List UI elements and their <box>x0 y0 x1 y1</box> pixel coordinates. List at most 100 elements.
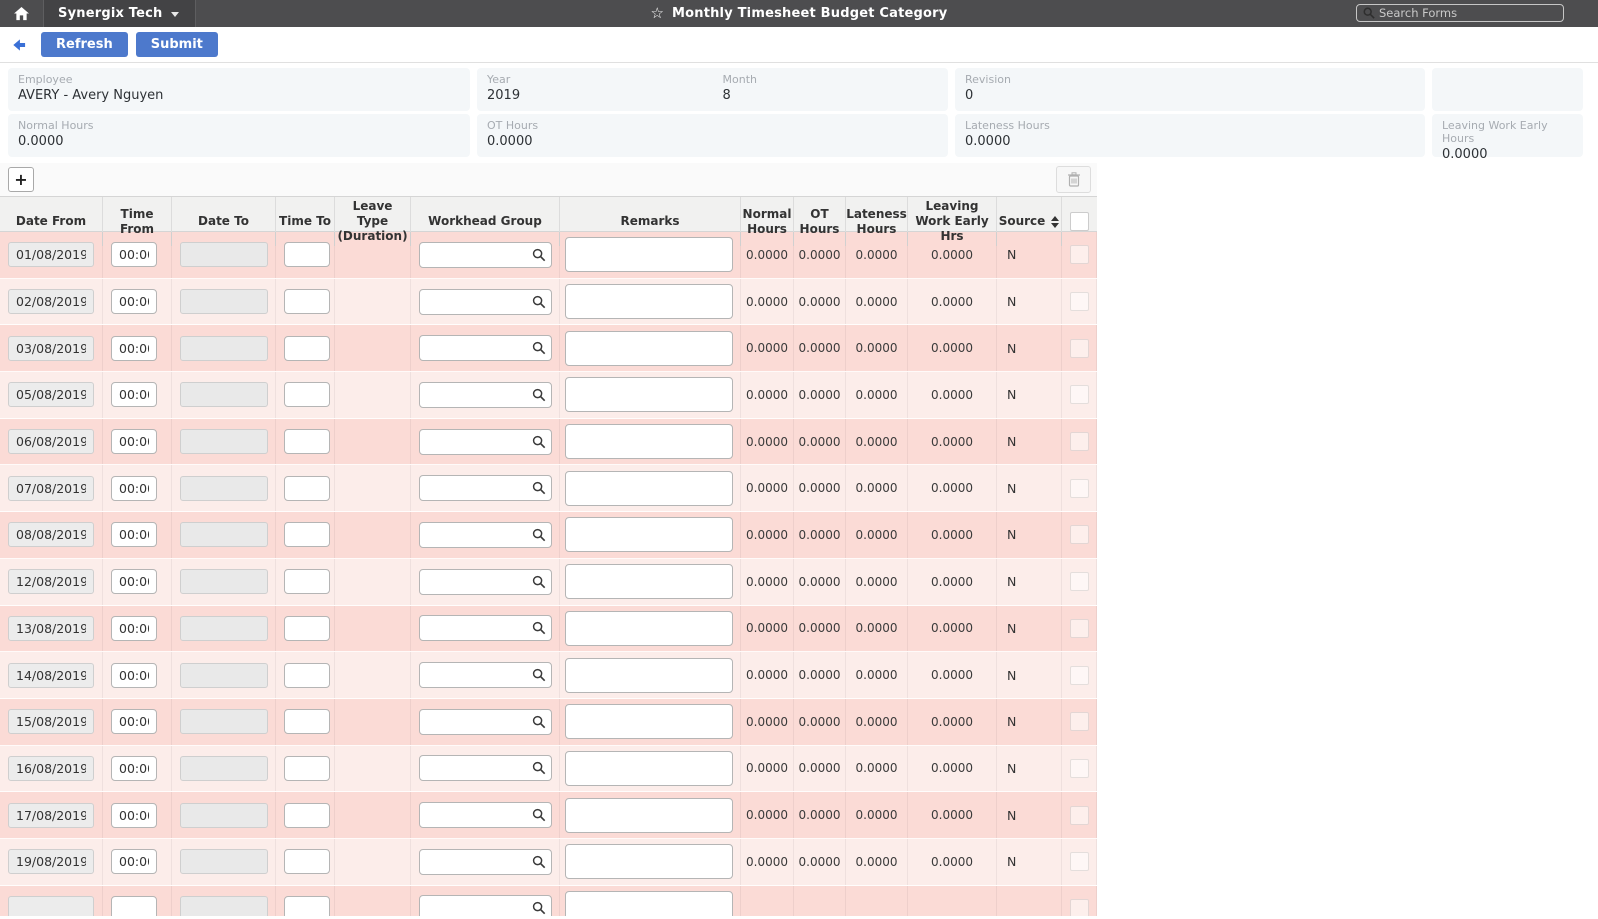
refresh-button[interactable]: Refresh <box>41 32 128 57</box>
remarks-textarea[interactable] <box>565 377 733 413</box>
row-checkbox[interactable] <box>1069 292 1089 312</box>
search-icon[interactable] <box>532 808 546 822</box>
time-from-input[interactable] <box>111 755 157 781</box>
time-to-input[interactable] <box>284 709 330 735</box>
remarks-textarea[interactable] <box>565 564 733 600</box>
date-from-input[interactable] <box>8 522 94 548</box>
time-to-input[interactable] <box>284 895 330 916</box>
date-from-input[interactable] <box>8 709 94 735</box>
remarks-textarea[interactable] <box>565 657 733 693</box>
time-to-input[interactable] <box>284 615 330 641</box>
row-checkbox[interactable] <box>1069 712 1089 732</box>
row-checkbox[interactable] <box>1069 758 1089 778</box>
time-from-input[interactable] <box>111 522 157 548</box>
date-from-input[interactable] <box>8 802 94 828</box>
remarks-textarea[interactable] <box>565 610 733 646</box>
row-checkbox[interactable] <box>1069 805 1089 825</box>
time-from-input[interactable] <box>111 475 157 501</box>
delete-rows-button[interactable] <box>1056 166 1091 193</box>
time-from-input[interactable] <box>111 382 157 408</box>
search-icon[interactable] <box>532 528 546 542</box>
remarks-textarea[interactable] <box>565 330 733 366</box>
time-from-input[interactable] <box>111 335 157 361</box>
time-to-input[interactable] <box>284 289 330 315</box>
search-icon[interactable] <box>532 855 546 869</box>
sort-icon[interactable] <box>1051 215 1060 228</box>
date-from-input[interactable] <box>8 382 94 408</box>
search-icon[interactable] <box>532 715 546 729</box>
time-from-input[interactable] <box>111 895 157 916</box>
time-to-input[interactable] <box>284 755 330 781</box>
date-from-input[interactable] <box>8 475 94 501</box>
time-to-input[interactable] <box>284 429 330 455</box>
time-to-input[interactable] <box>284 382 330 408</box>
date-from-input[interactable] <box>8 335 94 361</box>
submit-button[interactable]: Submit <box>135 32 218 57</box>
date-from-input[interactable] <box>8 755 94 781</box>
time-to-input[interactable] <box>284 569 330 595</box>
time-from-input[interactable] <box>111 429 157 455</box>
search-icon[interactable] <box>532 668 546 682</box>
search-icon[interactable] <box>532 575 546 589</box>
search-icon[interactable] <box>532 388 546 402</box>
row-checkbox[interactable] <box>1069 385 1089 405</box>
time-from-input[interactable] <box>111 615 157 641</box>
remarks-textarea[interactable] <box>565 424 733 460</box>
row-checkbox[interactable] <box>1069 852 1089 872</box>
time-from-input[interactable] <box>111 569 157 595</box>
remarks-textarea[interactable] <box>565 890 733 916</box>
date-from-input[interactable] <box>8 242 94 268</box>
time-to-input[interactable] <box>284 662 330 688</box>
favorite-star-icon[interactable]: ☆ <box>651 6 664 21</box>
row-checkbox[interactable] <box>1069 618 1089 638</box>
home-button[interactable] <box>0 0 44 27</box>
row-checkbox[interactable] <box>1069 432 1089 452</box>
search-icon[interactable] <box>532 435 546 449</box>
date-from-input[interactable] <box>8 895 94 916</box>
select-all-checkbox[interactable] <box>1070 212 1089 231</box>
search-icon[interactable] <box>532 341 546 355</box>
row-checkbox[interactable] <box>1069 898 1089 916</box>
time-to-input[interactable] <box>284 802 330 828</box>
remarks-textarea[interactable] <box>565 470 733 506</box>
date-from-input[interactable] <box>8 289 94 315</box>
row-checkbox[interactable] <box>1069 665 1089 685</box>
time-to-input[interactable] <box>284 849 330 875</box>
time-to-input[interactable] <box>284 242 330 268</box>
row-checkbox[interactable] <box>1069 245 1089 265</box>
add-row-button[interactable]: + <box>8 167 34 192</box>
date-from-input[interactable] <box>8 615 94 641</box>
time-from-input[interactable] <box>111 662 157 688</box>
search-icon[interactable] <box>532 901 546 915</box>
search-forms-box[interactable] <box>1356 4 1564 22</box>
row-checkbox[interactable] <box>1069 478 1089 498</box>
row-checkbox[interactable] <box>1069 525 1089 545</box>
date-from-input[interactable] <box>8 662 94 688</box>
app-menu-dropdown[interactable]: Synergix Tech <box>44 0 196 27</box>
remarks-textarea[interactable] <box>565 844 733 880</box>
time-to-input[interactable] <box>284 475 330 501</box>
remarks-textarea[interactable] <box>565 704 733 740</box>
time-to-input[interactable] <box>284 335 330 361</box>
search-icon[interactable] <box>532 295 546 309</box>
remarks-textarea[interactable] <box>565 284 733 320</box>
remarks-textarea[interactable] <box>565 517 733 553</box>
remarks-textarea[interactable] <box>565 237 733 273</box>
search-icon[interactable] <box>532 621 546 635</box>
back-button[interactable] <box>10 37 27 53</box>
date-from-input[interactable] <box>8 569 94 595</box>
remarks-textarea[interactable] <box>565 797 733 833</box>
search-icon[interactable] <box>532 481 546 495</box>
search-icon[interactable] <box>532 761 546 775</box>
time-from-input[interactable] <box>111 709 157 735</box>
time-from-input[interactable] <box>111 849 157 875</box>
time-from-input[interactable] <box>111 242 157 268</box>
time-from-input[interactable] <box>111 802 157 828</box>
search-icon[interactable] <box>532 248 546 262</box>
time-to-input[interactable] <box>284 522 330 548</box>
time-from-input[interactable] <box>111 289 157 315</box>
date-from-input[interactable] <box>8 849 94 875</box>
date-from-input[interactable] <box>8 429 94 455</box>
search-forms-input[interactable] <box>1379 6 1557 20</box>
row-checkbox[interactable] <box>1069 338 1089 358</box>
